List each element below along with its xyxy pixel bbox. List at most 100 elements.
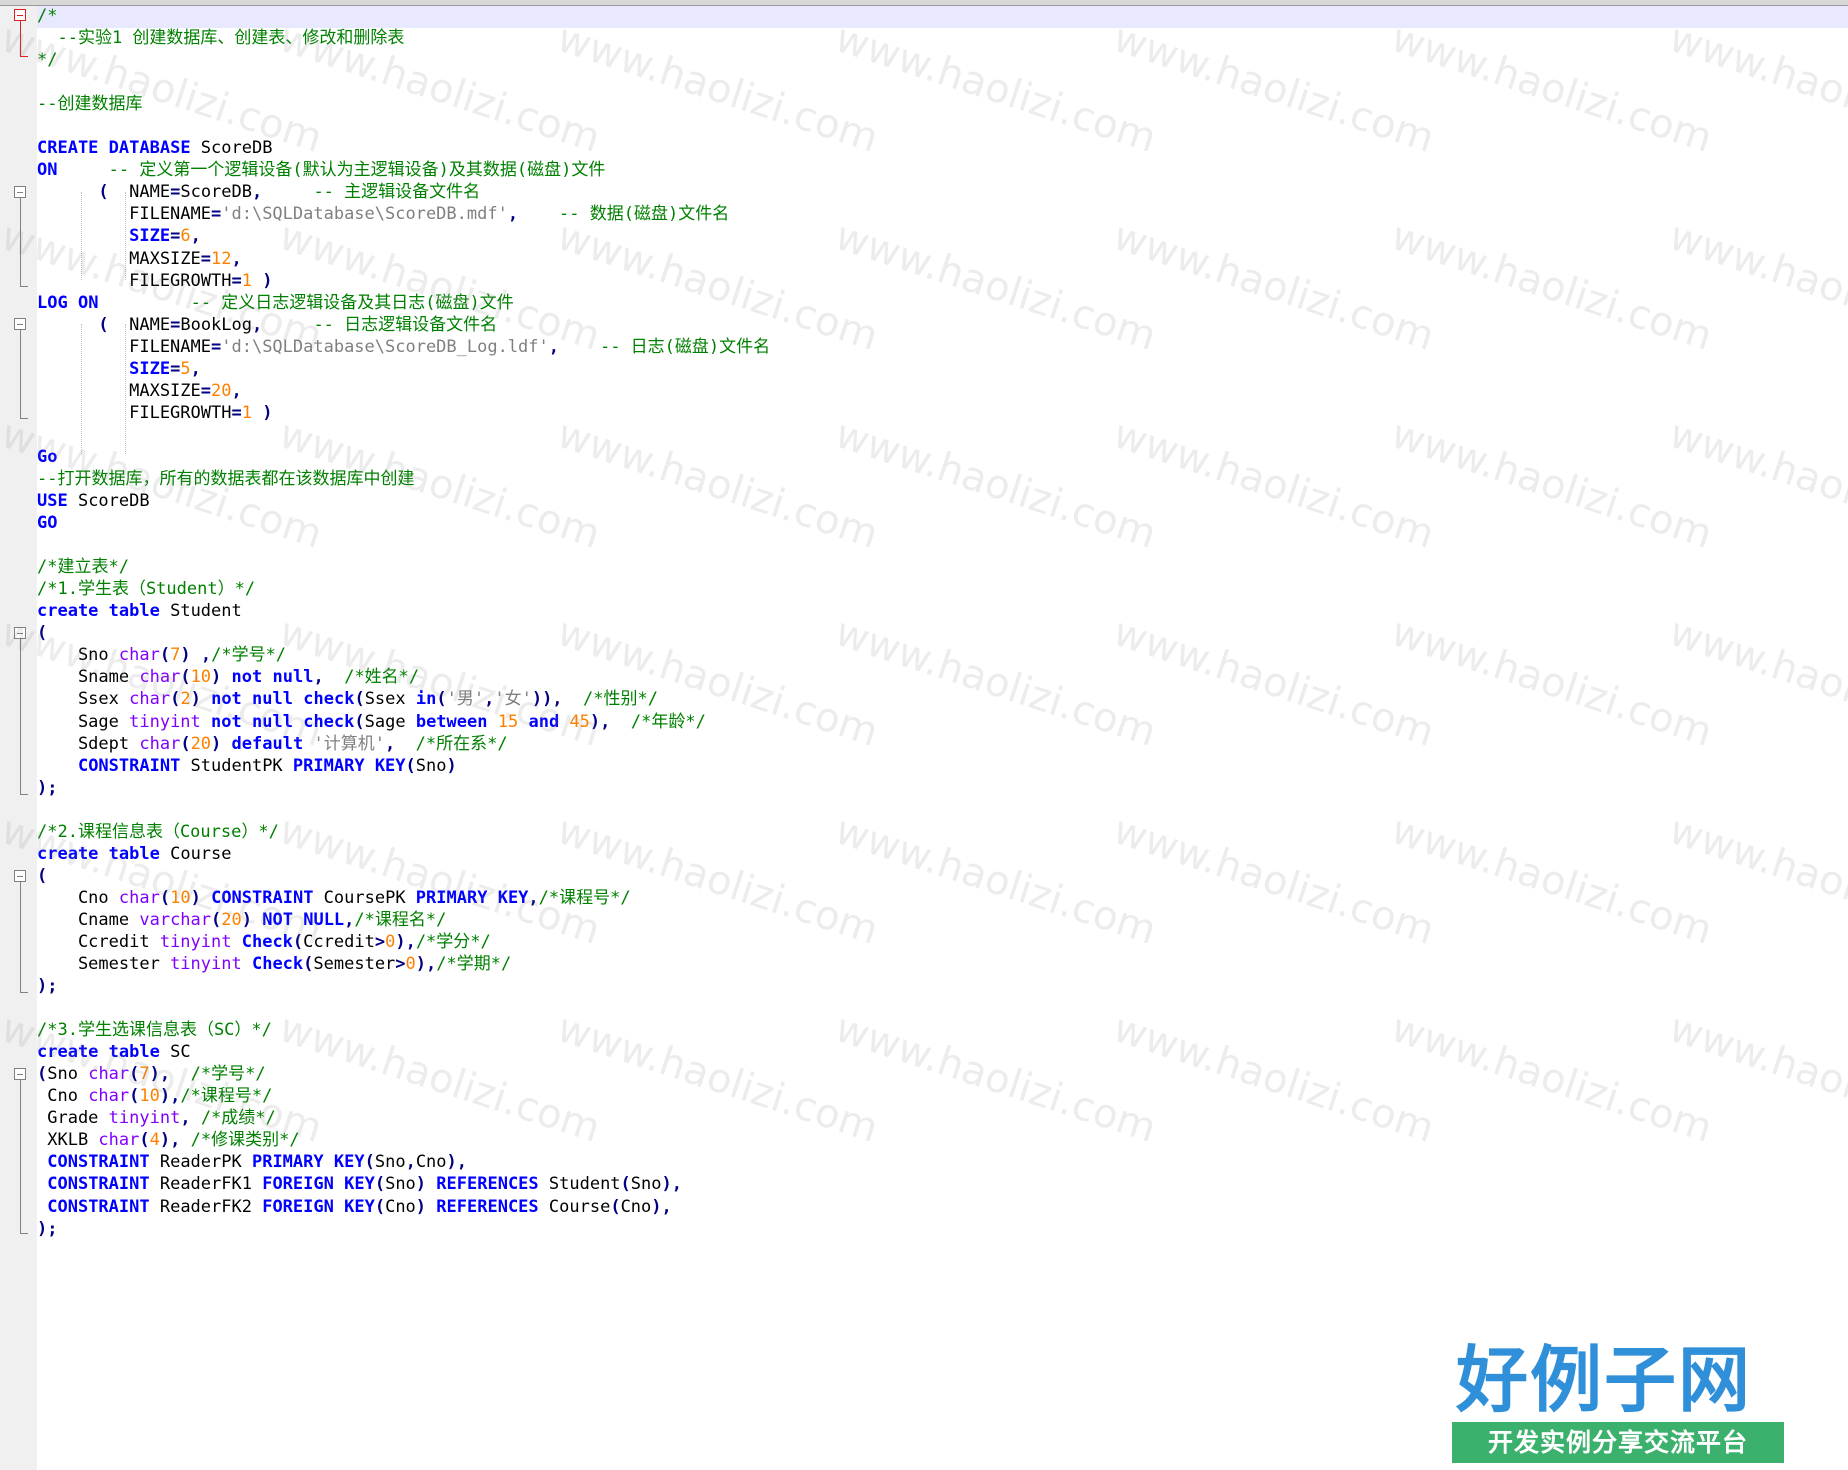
code-line[interactable]: ( NAME=BookLog, -- 日志逻辑设备文件名 [37,314,1837,336]
fold-toggle-icon[interactable] [14,9,26,21]
code-line[interactable]: /*3.学生选课信息表（SC）*/ [37,1019,1837,1041]
code-token: -- 主逻辑设备文件名 [313,182,481,203]
code-line[interactable]: ); [37,777,1837,799]
code-token: ); [37,777,58,798]
code-line[interactable]: XKLB char(4), /*修课类别*/ [37,1129,1837,1151]
code-token: CONSTRAINT [47,1196,150,1217]
code-line[interactable]: /*建立表*/ [37,556,1837,578]
code-token: ( [364,1152,375,1173]
code-line[interactable]: (Sno char(7), /*学号*/ [37,1063,1837,1085]
fold-line [20,1080,21,1233]
code-line[interactable]: Cno char(10) CONSTRAINT CoursePK PRIMARY… [37,887,1837,909]
code-line[interactable]: Cname varchar(20) NOT NULL,/*课程名*/ [37,909,1837,931]
code-token: KEY [333,1152,365,1173]
code-line[interactable]: /*1.学生表（Student）*/ [37,578,1837,600]
code-line[interactable]: Grade tinyint, /*成绩*/ [37,1107,1837,1129]
code-line[interactable]: FILENAME='d:\SQLDatabase\ScoreDB.mdf', -… [37,203,1837,225]
code-line[interactable]: create table Student [37,600,1837,622]
code-line[interactable] [37,534,1837,556]
code-line[interactable] [37,71,1837,93]
code-line[interactable] [37,115,1837,137]
fold-toggle-icon[interactable] [14,1068,26,1080]
code-line[interactable]: USE ScoreDB [37,490,1837,512]
code-line[interactable] [37,424,1837,446]
code-line[interactable]: GO [37,512,1837,534]
code-token: )), [531,689,563,710]
code-line[interactable]: create table SC [37,1041,1837,1063]
code-token: '计算机' [313,733,385,754]
fold-line [20,330,21,418]
fold-toggle-icon[interactable] [14,627,26,639]
code-token: , [548,336,560,357]
code-line[interactable]: Sname char(10) not null, /*姓名*/ [37,666,1837,688]
code-token: 'd:\SQLDatabase\ScoreDB.mdf' [221,204,508,225]
code-line[interactable]: FILEGROWTH=1 ) [37,270,1837,292]
code-line[interactable] [37,799,1837,821]
code-line[interactable]: */ [37,49,1837,71]
code-line[interactable]: CREATE DATABASE ScoreDB [37,137,1837,159]
code-line[interactable]: SIZE=5, [37,358,1837,380]
code-line[interactable]: create table Course [37,843,1837,865]
code-line[interactable]: CONSTRAINT ReaderPK PRIMARY KEY(Sno,Cno)… [37,1151,1837,1173]
code-line[interactable]: ( NAME=ScoreDB, -- 主逻辑设备文件名 [37,181,1837,203]
code-token: 0 [385,931,396,952]
code-line[interactable]: SIZE=6, [37,225,1837,247]
code-line[interactable]: Sage tinyint not null check(Sage between… [37,711,1837,733]
code-token: Student [159,601,242,622]
code-line[interactable]: /* [37,5,1837,27]
code-line[interactable]: ); [37,975,1837,997]
code-line[interactable]: CONSTRAINT ReaderFK1 FOREIGN KEY(Sno) RE… [37,1173,1837,1195]
code-line[interactable]: FILENAME='d:\SQLDatabase\ScoreDB_Log.ldf… [37,336,1837,358]
code-token: ( [98,314,109,335]
code-token: Cno [415,1152,447,1173]
code-token: ScoreDB [180,182,252,203]
code-line[interactable]: --创建数据库 [37,93,1837,115]
code-token: create [37,843,99,864]
code-token: -- 日志(磁盘)文件名 [599,336,771,357]
code-line[interactable]: Sno char(7) ,/*学号*/ [37,644,1837,666]
code-line[interactable]: CONSTRAINT ReaderFK2 FOREIGN KEY(Cno) RE… [37,1196,1837,1218]
code-token: tinyint [108,1108,181,1129]
code-line[interactable]: ( [37,865,1837,887]
code-token: Ccredit [303,931,375,952]
code-token: MAXSIZE [37,248,201,269]
code-editor[interactable]: /* --实验1 创建数据库、创建表、修改和删除表 */ --创建数据库 CREATE… [37,5,1837,1240]
code-line[interactable]: --打开数据库，所有的数据表都在该数据库中创建 [37,468,1837,490]
code-token: , [180,1108,191,1129]
code-token: ( [37,623,48,644]
code-line[interactable]: ); [37,1218,1837,1240]
code-line[interactable]: Semester tinyint Check(Semester>0),/*学期*… [37,953,1837,975]
code-line[interactable]: Ssex char(2) not null check(Ssex in('男',… [37,688,1837,710]
code-line[interactable]: --实验1 创建数据库、创建表、修改和删除表 [37,27,1837,49]
code-line[interactable]: Ccredit tinyint Check(Ccredit>0),/*学分*/ [37,931,1837,953]
code-line[interactable]: LOG ON -- 定义日志逻辑设备及其日志(磁盘)文件 [37,292,1837,314]
code-line[interactable]: /*2.课程信息表（Course）*/ [37,821,1837,843]
fold-toggle-icon[interactable] [14,870,26,882]
code-line[interactable]: MAXSIZE=20, [37,380,1837,402]
code-token: check [303,689,355,710]
code-token: Cno [37,887,119,908]
code-token: tinyint [170,954,242,975]
code-line[interactable] [37,997,1837,1019]
code-line[interactable]: ( [37,622,1837,644]
code-line[interactable]: MAXSIZE=12, [37,248,1837,270]
code-line[interactable]: Sdept char(20) default '计算机', /*所在系*/ [37,733,1837,755]
code-line[interactable]: Go [37,446,1837,468]
code-line[interactable]: ON -- 定义第一个逻辑设备(默认为主逻辑设备)及其数据(磁盘)文件 [37,159,1837,181]
code-line[interactable]: CONSTRAINT StudentPK PRIMARY KEY(Sno) [37,755,1837,777]
fold-toggle-icon[interactable] [14,186,26,198]
code-line[interactable]: FILEGROWTH=1 ) [37,402,1837,424]
fold-toggle-icon[interactable] [14,318,26,330]
code-line[interactable]: Cno char(10),/*课程号*/ [37,1085,1837,1107]
code-token: = [231,402,242,423]
code-token: /*所在系*/ [415,733,508,754]
